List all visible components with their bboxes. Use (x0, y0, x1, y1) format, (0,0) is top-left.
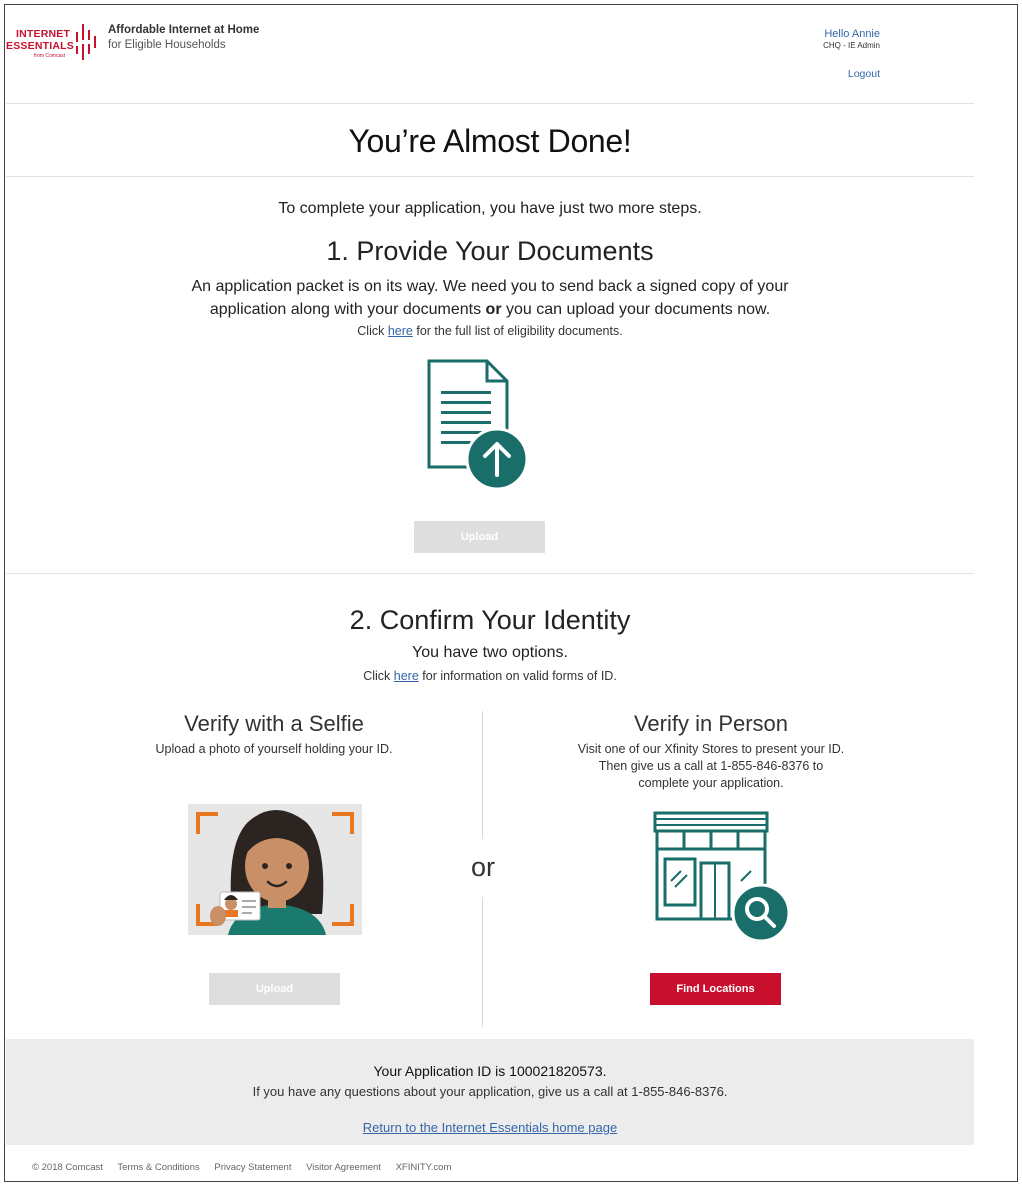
in-person-option-title: Verify in Person (633, 711, 789, 736)
logo-text-essentials: ESSENTIALS (6, 40, 74, 52)
selfie-option-description: Upload a photo of yourself holding your … (155, 742, 393, 756)
tagline: Affordable Internet at Home for Eligible… (108, 24, 259, 51)
step1-note-post: for the full list of eligibility documen… (412, 324, 623, 338)
footer-link-terms[interactable]: Terms & Conditions (117, 1162, 199, 1173)
selfie-illustration-icon (188, 804, 362, 935)
logo-text-internet: INTERNET (16, 28, 71, 40)
logo-bars-icon (76, 24, 96, 60)
in-person-desc-line3: complete your application. (638, 776, 784, 790)
upload-documents-button[interactable]: Upload (414, 521, 545, 553)
footer-copyright: © 2018 Comcast (32, 1162, 103, 1173)
footer-link-privacy[interactable]: Privacy Statement (214, 1162, 291, 1173)
step-confirm-identity: 2. Confirm Your Identity You have two op… (6, 575, 974, 1043)
upload-selfie-button[interactable]: Upload (209, 973, 340, 1005)
in-person-desc-line2: Then give us a call at 1-855-846-8376 to (598, 759, 824, 773)
user-greeting[interactable]: Hello Annie (823, 28, 880, 40)
title-row: You’re Almost Done! (6, 105, 974, 177)
step1-desc-line2a: application along with your documents (209, 301, 486, 318)
step1-note: Click here for the full list of eligibil… (6, 324, 974, 338)
or-separator: or (470, 852, 495, 882)
valid-id-link[interactable]: here (394, 669, 419, 683)
step1-description: An application packet is on its way. We … (6, 275, 974, 321)
application-id-band: Your Application ID is 100021820573. If … (6, 1039, 974, 1145)
page: INTERNET ESSENTIALS from Comcast Afforda… (6, 6, 974, 1180)
in-person-option-description: Visit one of our Xfinity Stores to prese… (546, 741, 876, 792)
step2-title: 2. Confirm Your Identity (349, 605, 631, 635)
find-locations-button[interactable]: Find Locations (650, 973, 781, 1005)
user-info: Hello Annie CHQ - IE Admin (823, 28, 880, 50)
logout-link[interactable]: Logout (848, 68, 880, 80)
document-upload-icon (427, 359, 529, 491)
user-role: CHQ - IE Admin (823, 41, 880, 50)
application-question: If you have any questions about your app… (252, 1084, 728, 1099)
eligibility-docs-link[interactable]: here (388, 324, 413, 338)
vertical-divider-top (482, 711, 483, 839)
selfie-option-title: Verify with a Selfie (184, 711, 364, 736)
logo-text-comcast: from Comcast (34, 53, 66, 59)
tagline-sub: for Eligible Households (108, 39, 226, 51)
step1-note-pre: Click (357, 324, 388, 338)
application-id: Your Application ID is 100021820573. (373, 1063, 607, 1079)
step1-desc-line1: An application packet is on its way. We … (191, 278, 789, 295)
step2-note: Click here for information on valid form… (6, 669, 974, 683)
step1-desc-line2b: you can upload your documents now. (501, 301, 771, 318)
footer: © 2018 Comcast Terms & Conditions Privac… (32, 1162, 463, 1173)
footer-link-visitor-agreement[interactable]: Visitor Agreement (306, 1162, 381, 1173)
step2-note-post: for information on valid forms of ID. (418, 669, 617, 683)
header: INTERNET ESSENTIALS from Comcast Afforda… (6, 6, 974, 104)
page-title: You’re Almost Done! (348, 123, 632, 159)
step1-title: 1. Provide Your Documents (326, 236, 654, 266)
store-search-icon (653, 811, 791, 943)
internet-essentials-logo[interactable]: INTERNET ESSENTIALS from Comcast (6, 20, 98, 64)
intro-text: To complete your application, you have j… (278, 200, 702, 217)
step2-note-pre: Click (363, 669, 394, 683)
step1-desc-or: or (485, 301, 502, 318)
step-provide-documents: To complete your application, you have j… (6, 178, 974, 574)
vertical-divider-bottom (482, 897, 483, 1027)
return-home-link[interactable]: Return to the Internet Essentials home p… (6, 1120, 974, 1135)
step2-subtitle: You have two options. (412, 644, 568, 661)
in-person-desc-line1: Visit one of our Xfinity Stores to prese… (577, 742, 845, 756)
tagline-bold: Affordable Internet at Home (108, 24, 260, 36)
footer-link-xfinity[interactable]: XFINITY.com (396, 1162, 452, 1173)
